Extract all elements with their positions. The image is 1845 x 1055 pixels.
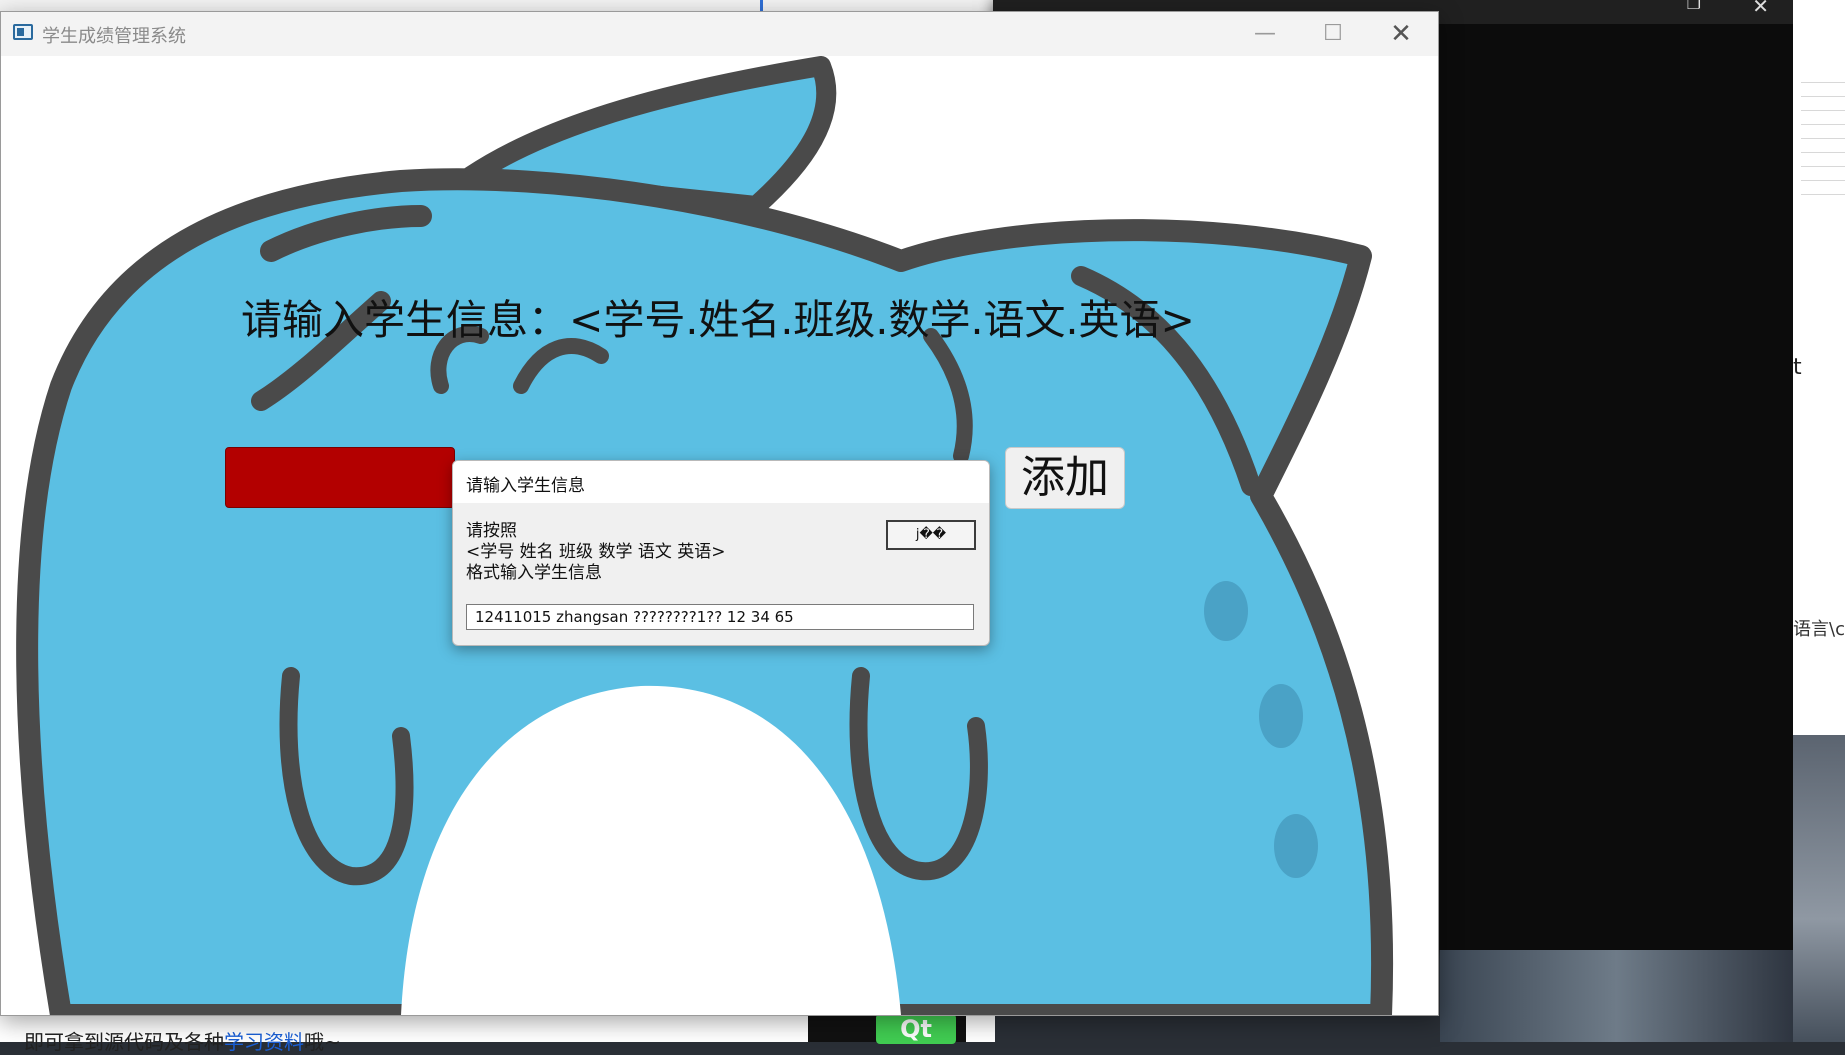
student-info-input[interactable] xyxy=(225,447,455,508)
dialog-prompt-line-3: 格式输入学生信息 xyxy=(466,563,602,583)
background-article-prefix: 即可拿到源代码及各种 xyxy=(24,1030,224,1054)
add-student-button[interactable]: 添加 xyxy=(1005,447,1125,509)
terminal-close-icon[interactable]: ✕ xyxy=(1752,0,1769,18)
background-qt-logo: Qt xyxy=(808,1014,966,1044)
window-client-area: 请输入学生信息：<学号.姓名.班级.数学.语文.英语> 添加 请输入学生信息 请… xyxy=(1,56,1438,1015)
dialog-titlebar[interactable]: 请输入学生信息 xyxy=(453,461,989,503)
terminal-restore-icon[interactable]: ❐ xyxy=(1687,0,1701,13)
student-info-instruction: 请输入学生信息：<学号.姓名.班级.数学.语文.英语> xyxy=(241,296,1195,344)
dialog-title: 请输入学生信息 xyxy=(466,476,585,496)
qt-logo-mark: Qt xyxy=(876,1014,956,1044)
background-article-link[interactable]: 学习资料 xyxy=(224,1030,304,1054)
student-grade-app-window: 学生成绩管理系统 — ☐ ✕ 请输入学生信息：<学号.姓名.班级.数学.语文.英… xyxy=(0,11,1439,1016)
dialog-ok-button[interactable]: j�� xyxy=(886,520,976,550)
dialog-prompt-line-2: <学号 姓名 班级 数学 语文 英语> xyxy=(466,542,726,562)
background-right-path-text: 语言\c xyxy=(1793,619,1845,640)
dialog-text-input[interactable] xyxy=(466,604,974,630)
maximize-button[interactable]: ☐ xyxy=(1299,12,1367,56)
app-icon xyxy=(13,24,33,40)
input-dialog: 请输入学生信息 请按照 <学号 姓名 班级 数学 语文 英语> 格式输入学生信息… xyxy=(452,460,990,646)
minimize-button[interactable]: — xyxy=(1231,12,1299,56)
background-article-suffix: 哦~ xyxy=(304,1030,341,1054)
background-desktop-wallpaper-bottom xyxy=(1440,950,1793,1042)
background-right-document: t 语言\c xyxy=(1793,0,1845,735)
dialog-prompt: 请按照 <学号 姓名 班级 数学 语文 英语> 格式输入学生信息 xyxy=(466,521,726,584)
window-title: 学生成绩管理系统 xyxy=(42,26,186,47)
background-article-text: 即可拿到源代码及各种学习资料哦~ xyxy=(24,1026,341,1055)
background-desktop-wallpaper xyxy=(1793,735,1845,1042)
background-right-letter: t xyxy=(1793,355,1802,380)
dialog-prompt-line-1: 请按照 xyxy=(466,521,517,541)
window-titlebar[interactable]: 学生成绩管理系统 — ☐ ✕ xyxy=(1,12,1438,56)
close-button[interactable]: ✕ xyxy=(1367,12,1435,56)
